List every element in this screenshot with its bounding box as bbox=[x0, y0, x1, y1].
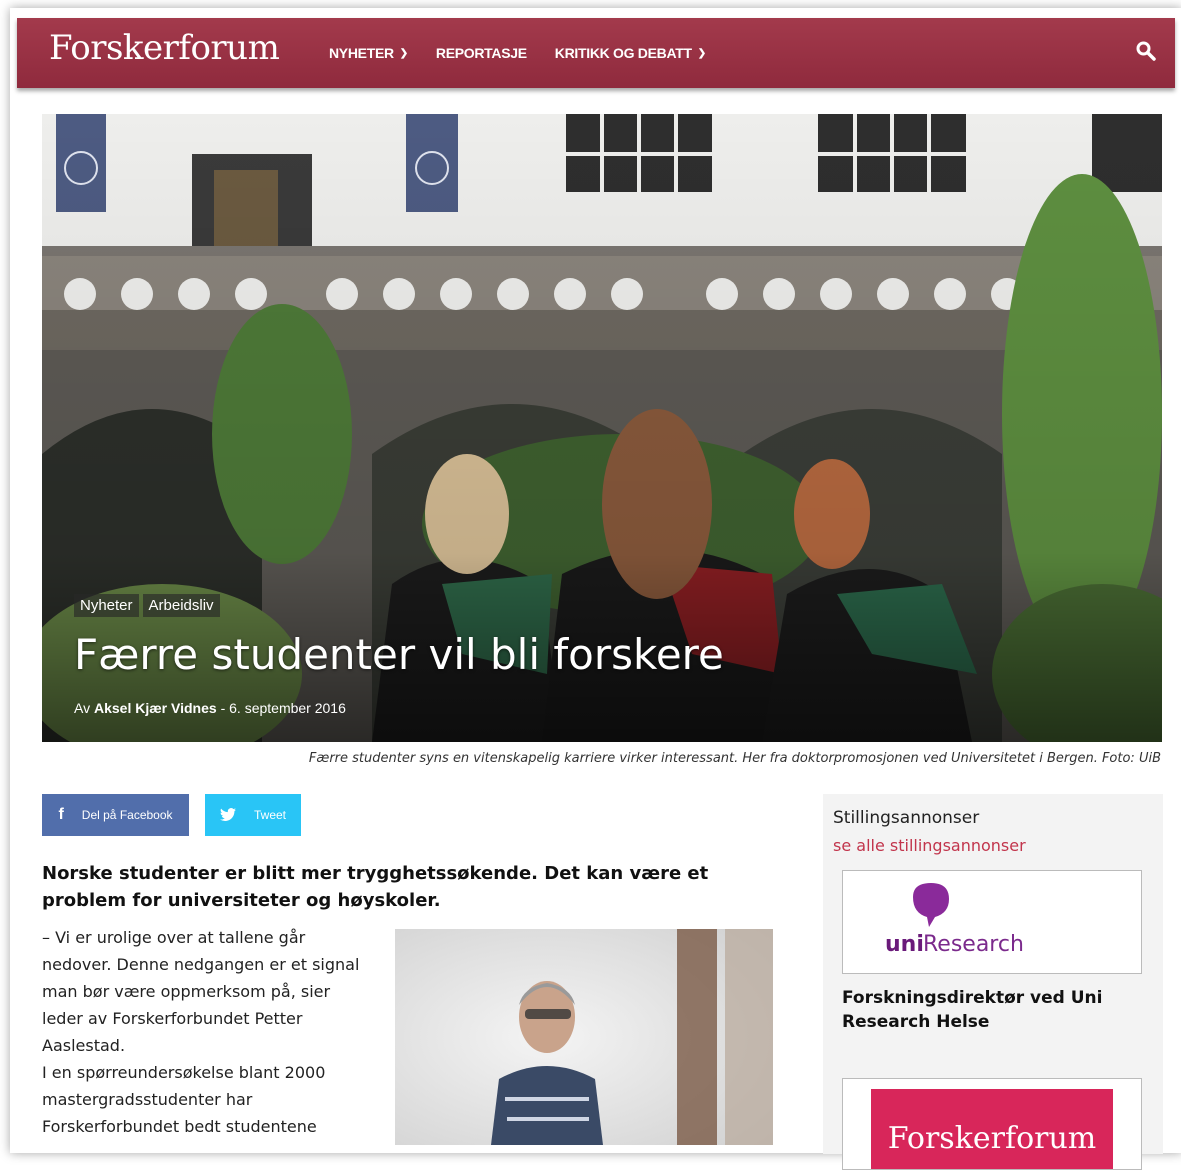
search-icon[interactable] bbox=[1135, 40, 1157, 62]
all-job-ads-link[interactable]: se alle stillingsannonser bbox=[833, 836, 1026, 855]
menu-item-nyheter[interactable]: NYHETER ❯ bbox=[329, 45, 408, 61]
menu-item-kritikk-og-debatt[interactable]: KRITIKK OG DEBATT ❯ bbox=[555, 45, 706, 61]
photo-caption: Færre studenter syns en vitenskapelig ka… bbox=[308, 751, 1161, 766]
category-tags: Nyheter Arbeidsliv bbox=[74, 594, 224, 617]
byline: Av Aksel Kjær Vidnes - 6. september 2016 bbox=[74, 700, 346, 716]
category-tag-nyheter[interactable]: Nyheter bbox=[74, 594, 139, 617]
menu-item-label: KRITIKK OG DEBATT bbox=[554, 45, 692, 61]
uni-logo-text: uni bbox=[885, 932, 924, 957]
article-body: – Vi er urolige over at tallene går nedo… bbox=[42, 924, 372, 1140]
uni-research-logo: uni Research bbox=[885, 883, 1024, 957]
share-twitter-button[interactable]: Tweet bbox=[205, 794, 301, 836]
hero-image[interactable]: Nyheter Arbeidsliv Færre studenter vil b… bbox=[42, 114, 1162, 742]
share-twitter-label: Tweet bbox=[253, 808, 286, 822]
forskerforum-ad-logo: Forskerforum bbox=[871, 1089, 1113, 1169]
category-tag-arbeidsliv[interactable]: Arbeidsliv bbox=[142, 594, 220, 617]
job-ads-sidebar: Stillingsannonser se alle stillingsannon… bbox=[823, 794, 1163, 1170]
top-navbar: Forskerforum NYHETER ❯ REPORTASJE KRITIK… bbox=[17, 18, 1175, 88]
share-facebook-label: Del på Facebook bbox=[81, 808, 173, 822]
twitter-icon bbox=[219, 808, 236, 821]
paragraph: – Vi er urolige over at tallene går nedo… bbox=[42, 928, 360, 1055]
article-title: Færre studenter vil bli forskere bbox=[74, 630, 724, 679]
job-ad-uni-research[interactable]: uni Research bbox=[842, 870, 1142, 974]
menu-item-reportasje[interactable]: REPORTASJE bbox=[436, 45, 527, 61]
sidebar-title: Stillingsannonser bbox=[833, 808, 980, 828]
share-facebook-button[interactable]: f Del på Facebook bbox=[42, 794, 189, 836]
author-link[interactable]: Aksel Kjær Vidnes bbox=[94, 700, 217, 716]
paragraph: I en spørreundersøkelse blant 2000 maste… bbox=[42, 1063, 326, 1136]
article-lead: Norske studenter er blitt mer trygghetss… bbox=[42, 863, 709, 911]
portrait-photo[interactable] bbox=[395, 929, 773, 1145]
chevron-down-icon: ❯ bbox=[697, 47, 706, 59]
chevron-down-icon: ❯ bbox=[399, 47, 408, 59]
menu-item-label: NYHETER bbox=[329, 45, 394, 61]
job-ad-title[interactable]: Forskningsdirektør ved Uni Research Hels… bbox=[842, 986, 1142, 1034]
menu-item-label: REPORTASJE bbox=[435, 45, 527, 61]
byline-prefix: Av bbox=[74, 700, 91, 716]
main-menu: NYHETER ❯ REPORTASJE KRITIKK OG DEBATT ❯ bbox=[329, 18, 734, 88]
publish-date: 6. september 2016 bbox=[229, 700, 346, 716]
portrait-image bbox=[395, 929, 773, 1145]
facebook-icon: f bbox=[58, 806, 64, 823]
job-ad-forskerforum[interactable]: Forskerforum bbox=[842, 1078, 1142, 1170]
research-logo-text: Research bbox=[923, 932, 1024, 957]
site-logo[interactable]: Forskerforum bbox=[49, 28, 280, 68]
